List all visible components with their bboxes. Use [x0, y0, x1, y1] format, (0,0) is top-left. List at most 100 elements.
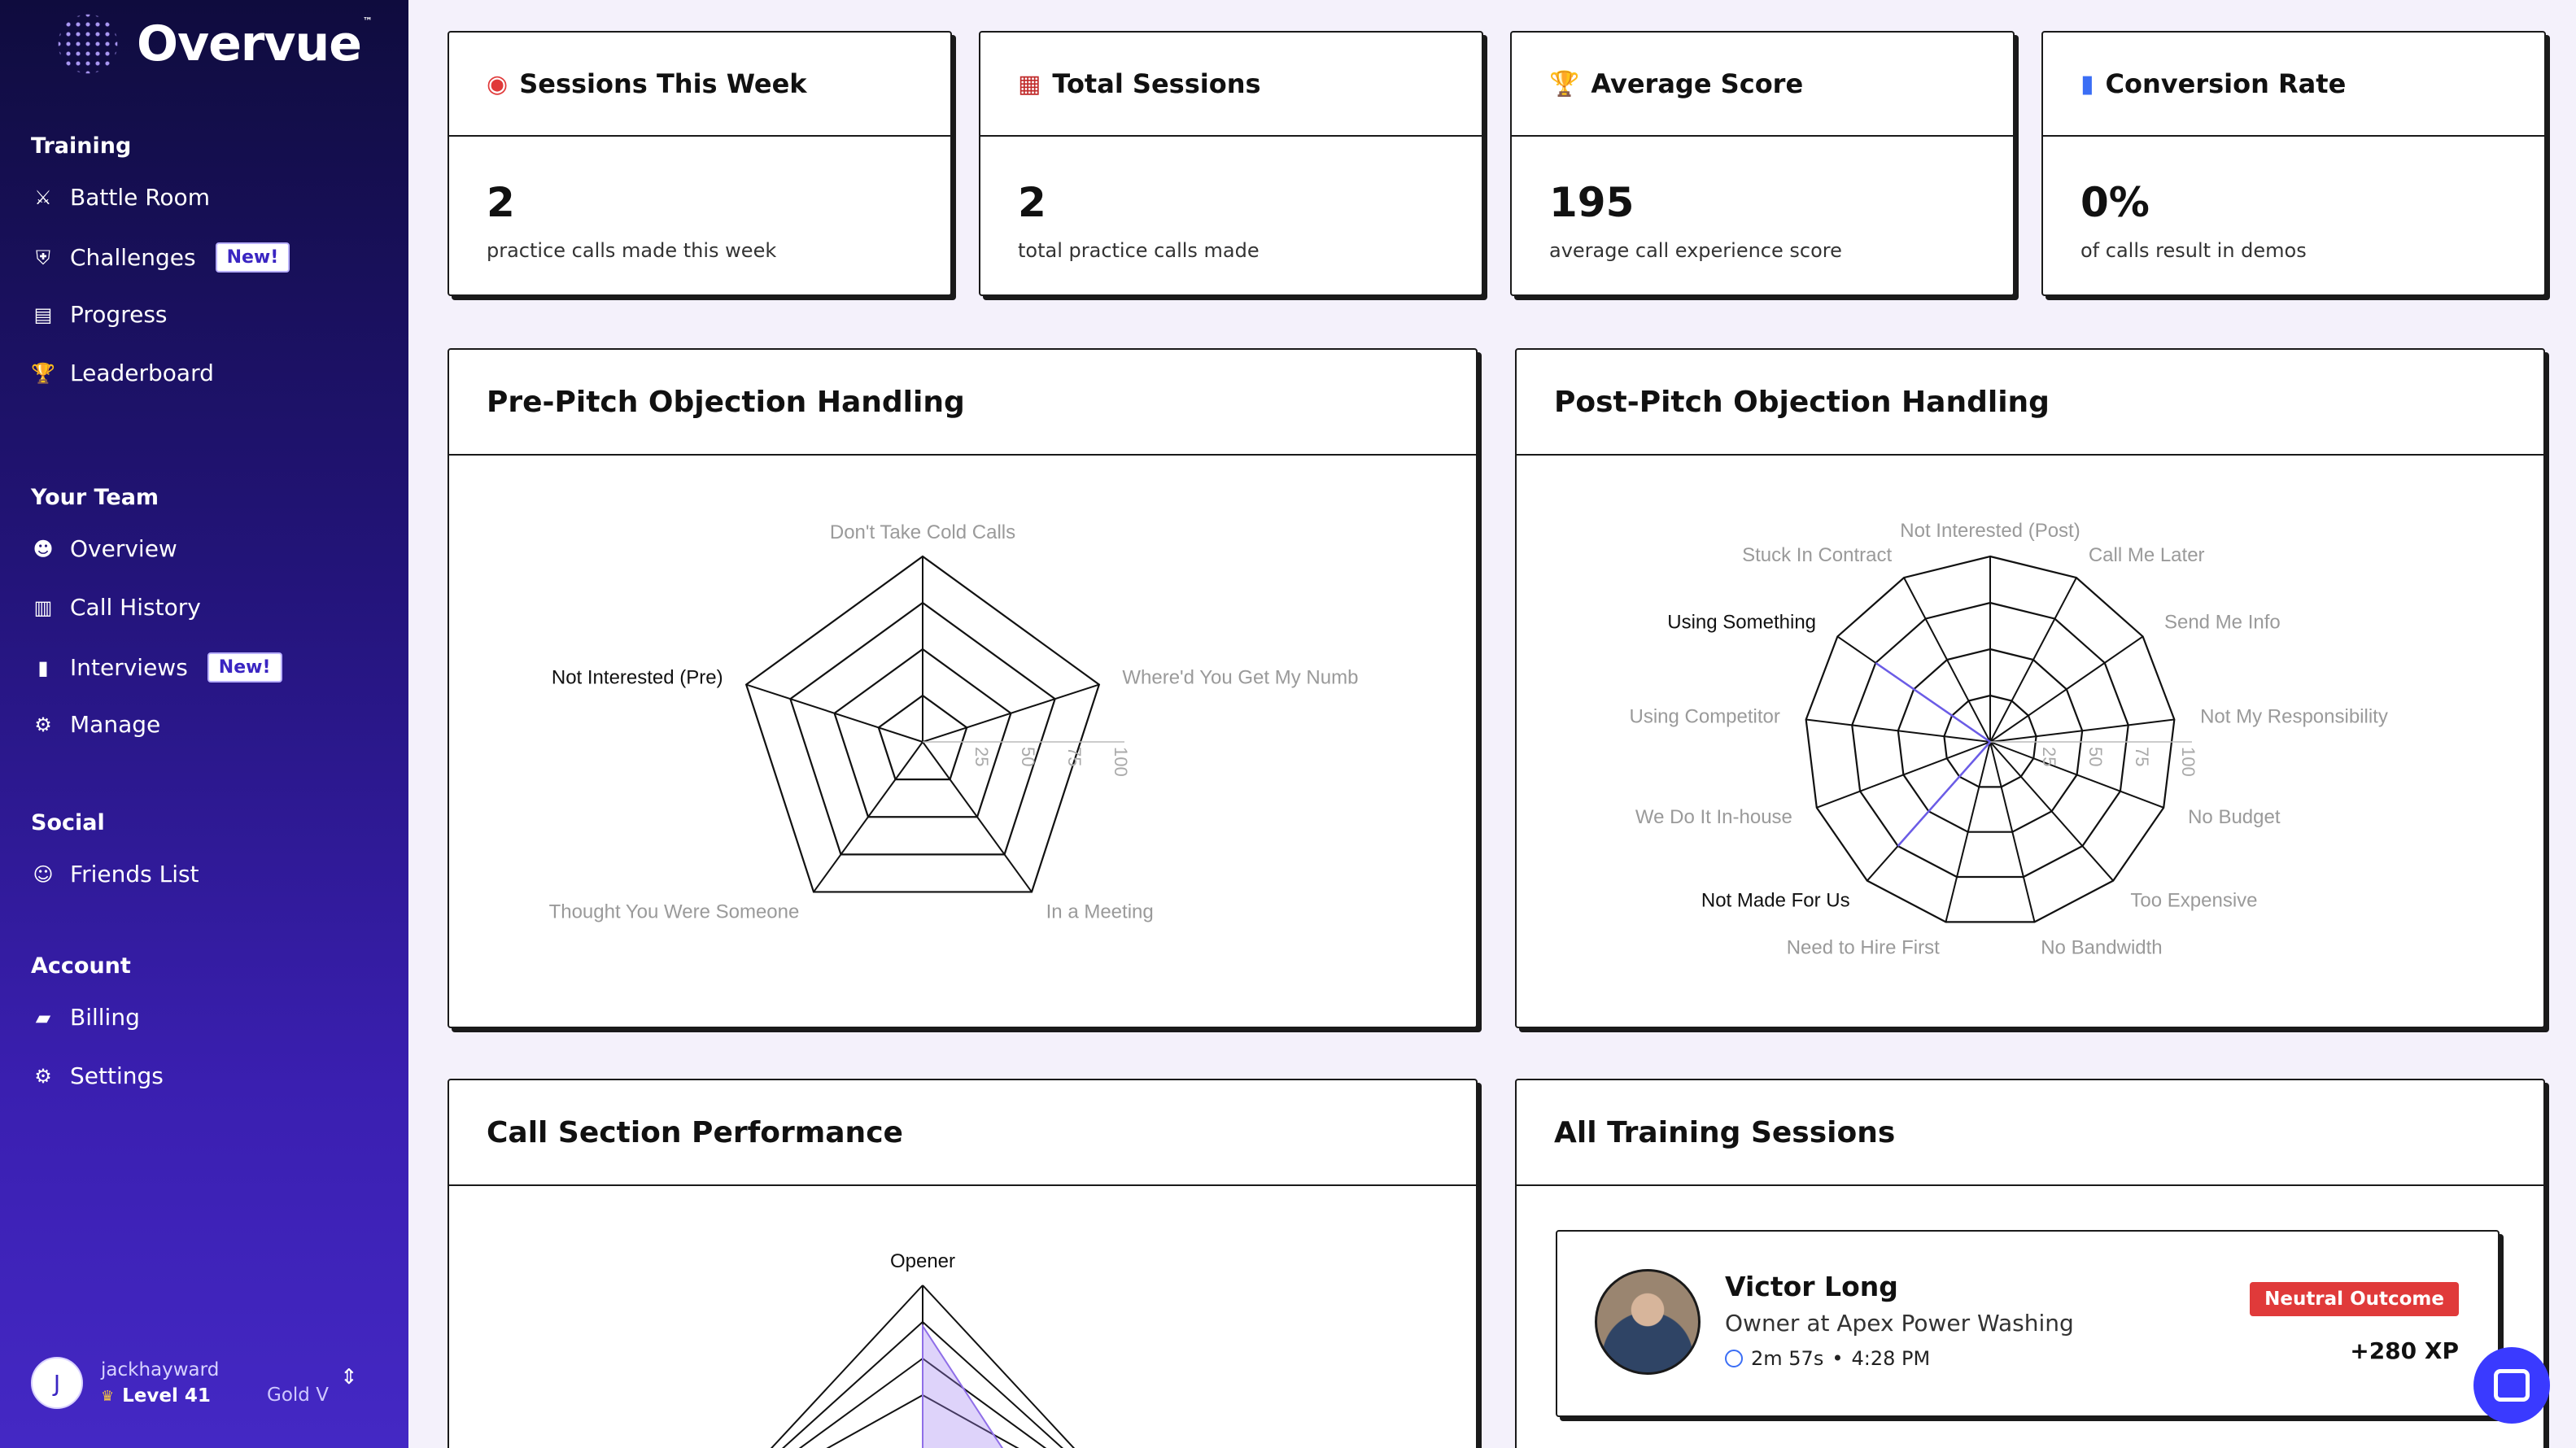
- crown-icon: ♛: [101, 1387, 115, 1405]
- axis-label: Don't Take Cold Calls: [830, 521, 1015, 543]
- tick-label: 25: [971, 747, 992, 766]
- new-badge: New!: [207, 652, 282, 683]
- section-your-team: Your Team: [31, 485, 159, 510]
- grid-spoke: [1989, 577, 2077, 743]
- sidebar-item-settings[interactable]: ⚙ Settings: [31, 1062, 164, 1089]
- tick-label: 25: [2039, 747, 2059, 766]
- user-level: ♛ Level 41: [101, 1385, 211, 1407]
- chart-title: All Training Sessions: [1554, 1115, 1896, 1149]
- brand-name: Overvue ™: [137, 15, 373, 72]
- stat-card-total-sessions: ▦ Total Sessions 2 total practice calls …: [979, 31, 1483, 296]
- new-badge: New!: [215, 242, 290, 273]
- data-line: [1897, 741, 1991, 847]
- axis-label: Too Expensive: [2130, 890, 2257, 912]
- sidebar: Overvue ™ Training ⚔ Battle Room ⛨ Challe…: [0, 0, 408, 1448]
- chart-title: Post-Pitch Objection Handling: [1554, 385, 2050, 419]
- logo-icon: [54, 10, 122, 78]
- tick-label: 50: [1018, 747, 1038, 766]
- target-icon: ◉: [487, 69, 509, 98]
- post-pitch-radar-chart: 25 50 75 100 Not Interested (Post) Call Me La…: [1629, 520, 2388, 958]
- axis-label: Not Interested (Post): [1900, 520, 2080, 542]
- axis-label: Stuck In Contract: [1742, 544, 1892, 566]
- call-section-radar-chart: Opener: [770, 1250, 1076, 1448]
- training-sessions-card: All Training Sessions Victor Long Owner …: [1515, 1079, 2545, 1448]
- avatar: J: [31, 1357, 83, 1409]
- user-menu[interactable]: J jackhayward ♛ Level 41 Gold V ⇕: [31, 1350, 373, 1415]
- section-account: Account: [31, 953, 131, 979]
- user-name: jackhayward: [101, 1359, 220, 1380]
- grid-spoke: [745, 683, 923, 743]
- axis-label: Not My Responsibility: [2200, 706, 2388, 728]
- call-section-card: Call Section Performance Opener: [448, 1079, 1478, 1448]
- stat-card-average-score: 🏆 Average Score 195 average call experie…: [1510, 31, 2015, 296]
- axis-label: Using Something: [1667, 611, 1816, 633]
- axis-label: No Budget: [2188, 806, 2281, 828]
- axis-label: Send Me Info: [2164, 611, 2281, 633]
- stat-value: 2: [487, 179, 515, 226]
- sidebar-item-overview[interactable]: ☻ Overview: [31, 535, 177, 562]
- stat-subtitle: average call experience score: [1549, 239, 1842, 262]
- brand[interactable]: Overvue ™: [54, 10, 373, 78]
- stat-title: Total Sessions: [1052, 68, 1261, 99]
- session-item[interactable]: Victor Long Owner at Apex Power Washing …: [1556, 1230, 2500, 1417]
- session-name: Victor Long: [1725, 1271, 1898, 1302]
- stat-subtitle: total practice calls made: [1018, 239, 1260, 262]
- grid-ring: [798, 1358, 923, 1448]
- sidebar-item-leaderboard[interactable]: 🏆 Leaderboard: [31, 360, 214, 386]
- data-area: [922, 1323, 1004, 1448]
- gear-icon: ⚙: [34, 713, 52, 736]
- chart-title: Call Section Performance: [487, 1115, 903, 1149]
- card-icon: ▰: [35, 1005, 51, 1029]
- shield-icon: ⛨: [36, 246, 50, 269]
- chat-button[interactable]: [2473, 1347, 2550, 1424]
- stat-title: Average Score: [1591, 68, 1804, 99]
- stat-value: 0%: [2080, 179, 2150, 226]
- section-training: Training: [31, 133, 132, 159]
- sidebar-item-progress[interactable]: ▤ Progress: [31, 301, 168, 328]
- grid-spoke: [922, 683, 1100, 743]
- clipboard-icon: ▥: [33, 595, 53, 619]
- section-social: Social: [31, 810, 105, 835]
- xp-value: +280 XP: [2350, 1337, 2459, 1364]
- stat-subtitle: of calls result in demos: [2080, 239, 2307, 262]
- axis-label: In a Meeting: [1046, 901, 1154, 923]
- tick-label: 50: [2085, 747, 2106, 766]
- post-pitch-card: Post-Pitch Objection Handling 25 50 75 100 N…: [1515, 348, 2545, 1028]
- axis-label: Where'd You Get My Numb: [1122, 666, 1358, 688]
- stat-value: 2: [1018, 179, 1046, 226]
- session-role: Owner at Apex Power Washing: [1725, 1310, 2074, 1337]
- sidebar-item-interviews[interactable]: ▮ Interviews New!: [31, 652, 282, 683]
- clock-icon: [1725, 1350, 1743, 1367]
- stat-value: 195: [1549, 179, 1635, 226]
- pre-pitch-card: Pre-Pitch Objection Handling 25 50 75 100 Do…: [448, 348, 1478, 1028]
- chart-title: Pre-Pitch Objection Handling: [487, 385, 965, 419]
- grid-spoke: [1816, 741, 1991, 809]
- sidebar-item-call-history[interactable]: ▥ Call History: [31, 594, 201, 621]
- grid-ring: [782, 1321, 923, 1448]
- axis-label: No Bandwidth: [2041, 936, 2162, 958]
- chat-icon: [2494, 1369, 2530, 1402]
- smile-icon: ☺: [33, 862, 54, 886]
- pre-pitch-radar-chart: 25 50 75 100 Don't Take Cold Calls Where'd Yo…: [549, 521, 1359, 923]
- trophy-icon: 🏆: [31, 361, 55, 385]
- user-rank: Gold V: [267, 1385, 329, 1406]
- sidebar-item-billing[interactable]: ▰ Billing: [31, 1004, 140, 1031]
- tick-label: 100: [1111, 747, 1131, 777]
- axis-label: We Do It In-house: [1635, 806, 1792, 828]
- stat-subtitle: practice calls made this week: [487, 239, 777, 262]
- notebook-icon: ▮: [37, 656, 49, 679]
- chevron-updown-icon[interactable]: ⇕: [340, 1365, 358, 1389]
- tick-label: 100: [2178, 747, 2198, 777]
- sidebar-item-manage[interactable]: ⚙ Manage: [31, 711, 160, 738]
- swords-icon: ⚔: [34, 185, 52, 209]
- tick-label: 75: [1064, 747, 1085, 766]
- sidebar-item-battle-room[interactable]: ⚔ Battle Room: [31, 184, 210, 211]
- team-icon: ☻: [33, 537, 54, 560]
- axis-label: Thought You Were Someone: [549, 901, 800, 923]
- axis-label: Opener: [890, 1250, 955, 1272]
- calendar-icon: ▦: [1018, 69, 1041, 98]
- sidebar-item-friends-list[interactable]: ☺ Friends List: [31, 861, 199, 888]
- chart-icon: ▤: [33, 303, 53, 326]
- sidebar-item-challenges[interactable]: ⛨ Challenges New!: [31, 242, 290, 273]
- grid-ring: [770, 1284, 923, 1448]
